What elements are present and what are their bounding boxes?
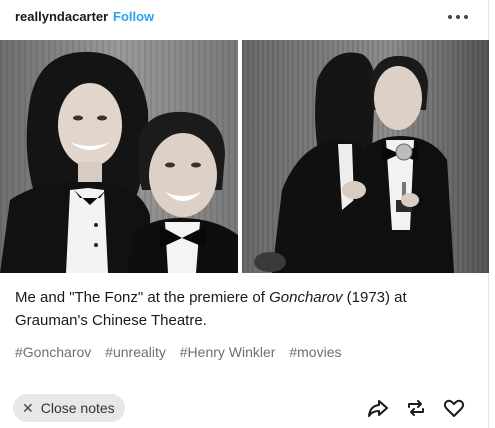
close-notes-label: Close notes [40, 400, 115, 416]
post-header: reallyndacarter Follow [0, 0, 489, 38]
caption-film-title: Goncharov [269, 289, 343, 306]
caption-text-start: Me and "The Fonz" at the premiere of [15, 289, 270, 306]
post-card: reallyndacarter Follow Me and "The Fonz"… [0, 0, 489, 428]
close-notes-button[interactable]: ✕ Close notes [13, 394, 125, 422]
tag-movies[interactable]: #movies [289, 344, 341, 360]
close-icon: ✕ [22, 399, 34, 416]
post-username[interactable]: reallyndacarter [15, 9, 108, 24]
photo-set [0, 40, 489, 273]
tag-unreality[interactable]: #unreality [105, 344, 166, 360]
tag-goncharov[interactable]: #Goncharov [15, 344, 91, 360]
post-tags: #Goncharov #unreality #Henry Winkler #mo… [15, 344, 352, 360]
post-caption: Me and "The Fonz" at the premiere of Gon… [15, 286, 475, 332]
photo-left[interactable] [0, 40, 238, 273]
photo-right[interactable] [242, 40, 489, 273]
like-icon[interactable] [442, 396, 466, 420]
tag-henry-winkler[interactable]: #Henry Winkler [180, 344, 276, 360]
more-options-icon[interactable] [445, 6, 471, 26]
follow-button[interactable]: Follow [113, 9, 154, 24]
reblog-icon[interactable] [404, 396, 428, 420]
photo-couple-smiling-image [0, 40, 238, 273]
share-icon[interactable] [366, 396, 390, 420]
photo-couple-kiss-award-image [242, 40, 489, 273]
